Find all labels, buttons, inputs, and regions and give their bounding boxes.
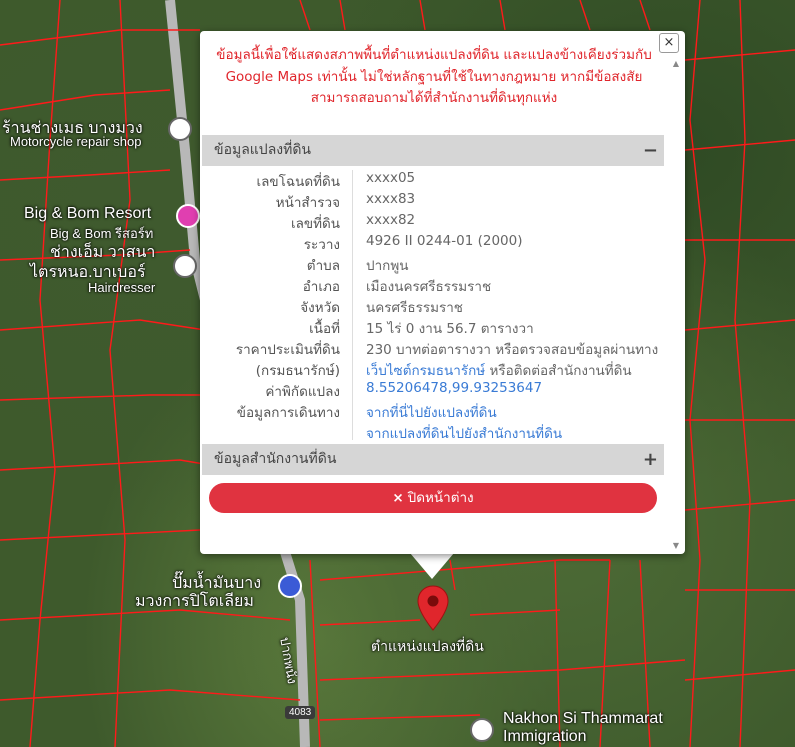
info-value: 4926 II 0244-01 (2000) bbox=[366, 233, 523, 249]
barber-pin-icon[interactable] bbox=[173, 254, 197, 278]
parcel-info-table: เลขโฉนดที่ดิน xxxx05 หน้าสำรวจ xxxx83 เล… bbox=[202, 168, 664, 444]
info-row-treasury-dept: (กรมธนารักษ์) เว็บไซต์กรมธนารักษ์ หรือติ… bbox=[202, 359, 664, 380]
info-row-coordinates: ค่าพิกัดแปลง 8.55206478,99.93253647 bbox=[202, 380, 664, 401]
treasury-website-link[interactable]: เว็บไซต์กรมธนารักษ์ bbox=[366, 363, 485, 379]
info-key: ระวาง bbox=[303, 237, 340, 253]
info-value: 15 ไร่ 0 งาน 56.7 ตารางวา bbox=[366, 321, 534, 337]
info-row-area: เนื้อที่ 15 ไร่ 0 งาน 56.7 ตารางวา bbox=[202, 317, 664, 338]
section-header-parcel-info[interactable]: ข้อมูลแปลงที่ดิน − bbox=[202, 135, 664, 166]
section-header-land-office[interactable]: ข้อมูลสำนักงานที่ดิน + bbox=[202, 444, 664, 475]
info-key: (กรมธนารักษ์) bbox=[255, 363, 340, 379]
info-value: xxxx83 bbox=[366, 191, 416, 207]
immigration-label-2: Immigration bbox=[503, 728, 587, 745]
info-value: xxxx05 bbox=[366, 170, 416, 186]
parcel-location-marker-icon[interactable] bbox=[417, 585, 449, 631]
section-title-land-office: ข้อมูลสำนักงานที่ดิน bbox=[214, 451, 337, 467]
collapse-icon[interactable]: − bbox=[643, 135, 658, 166]
gas-label-th-2: มวงการปิโตเลียม bbox=[135, 593, 254, 610]
info-key: ราคาประเมินที่ดิน bbox=[235, 342, 340, 358]
info-value: xxxx82 bbox=[366, 212, 416, 228]
gas-station-pin-icon[interactable] bbox=[278, 574, 302, 598]
info-row-directions-office: จากแปลงที่ดินไปยังสำนักงานที่ดิน bbox=[202, 422, 664, 443]
scroll-down-icon[interactable]: ▼ bbox=[673, 541, 679, 550]
coordinates-link[interactable]: 8.55206478,99.93253647 bbox=[366, 380, 542, 396]
barber-label-en: Hairdresser bbox=[88, 280, 156, 295]
info-row-land-no: เลขที่ดิน xxxx82 bbox=[202, 212, 664, 233]
info-row-deed-no: เลขโฉนดที่ดิน xxxx05 bbox=[202, 170, 664, 191]
info-row-district: อำเภอ เมืองนครศรีธรรมราช bbox=[202, 275, 664, 296]
immigration-pin-icon[interactable] bbox=[470, 718, 494, 742]
info-row-directions: ข้อมูลการเดินทาง จากที่นี่ไปยังแปลงที่ดิ… bbox=[202, 401, 664, 422]
info-key: ข้อมูลการเดินทาง bbox=[236, 405, 340, 421]
directions-to-parcel-link[interactable]: จากที่นี่ไปยังแปลงที่ดิน bbox=[366, 401, 497, 423]
road-shield-4083: 4083 bbox=[285, 706, 316, 719]
info-key: จังหวัด bbox=[300, 300, 340, 316]
info-value: 230 บาทต่อตารางวา หรือตรวจสอบข้อมูลผ่านท… bbox=[366, 342, 659, 358]
info-key: อำเภอ bbox=[302, 279, 340, 295]
info-key: เนื้อที่ bbox=[309, 321, 340, 337]
moto-shop-label-en: Motorcycle repair shop bbox=[10, 134, 142, 149]
resort-pin-icon[interactable] bbox=[176, 204, 200, 228]
close-window-label: ปิดหน้าต่าง bbox=[407, 490, 474, 506]
info-value: นครศรีธรรมราช bbox=[366, 300, 463, 316]
motorcycle-shop-pin-icon[interactable] bbox=[168, 117, 192, 141]
info-key: หน้าสำรวจ bbox=[275, 195, 340, 211]
parcel-info-popup: × ▲ ▼ ข้อมูลนี้เพื่อใช้แสดงสภาพพื้นที่ตำ… bbox=[200, 31, 685, 554]
info-row-survey-page: หน้าสำรวจ xxxx83 bbox=[202, 191, 664, 212]
section-title-parcel-info: ข้อมูลแปลงที่ดิน bbox=[214, 142, 312, 158]
scroll-up-icon[interactable]: ▲ bbox=[673, 59, 679, 68]
info-row-appraisal-price: ราคาประเมินที่ดิน 230 บาทต่อตารางวา หรือ… bbox=[202, 338, 664, 359]
info-row-subdistrict: ตำบล ปากพูน bbox=[202, 254, 664, 275]
info-row-map-sheet: ระวาง 4926 II 0244-01 (2000) bbox=[202, 233, 664, 254]
marker-label: ตำแหน่งแปลงที่ดิน bbox=[371, 639, 484, 655]
info-row-province: จังหวัด นครศรีธรรมราช bbox=[202, 296, 664, 317]
expand-icon[interactable]: + bbox=[643, 444, 658, 475]
popup-pointer bbox=[410, 553, 454, 579]
resort-label-en: Big & Bom Resort bbox=[24, 205, 152, 222]
close-window-button[interactable]: × ปิดหน้าต่าง bbox=[209, 483, 657, 513]
disclaimer-text: ข้อมูลนี้เพื่อใช้แสดงสภาพพื้นที่ตำแหน่งแ… bbox=[216, 47, 652, 106]
immigration-label-1: Nakhon Si Thammarat bbox=[503, 710, 663, 727]
directions-to-office-link[interactable]: จากแปลงที่ดินไปยังสำนักงานที่ดิน bbox=[366, 422, 562, 444]
info-value-rest: หรือติดต่อสำนักงานที่ดิน bbox=[485, 363, 632, 379]
info-key: ตำบล bbox=[306, 258, 340, 274]
info-key: เลขโฉนดที่ดิน bbox=[256, 174, 340, 190]
close-icon[interactable]: × bbox=[659, 33, 679, 53]
close-x-icon: × bbox=[392, 490, 404, 506]
info-key: เลขที่ดิน bbox=[290, 216, 340, 232]
info-value: ปากพูน bbox=[366, 258, 409, 274]
info-value: เว็บไซต์กรมธนารักษ์ หรือติดต่อสำนักงานที… bbox=[366, 359, 632, 381]
info-value: เมืองนครศรีธรรมราช bbox=[366, 279, 492, 295]
info-key: ค่าพิกัดแปลง bbox=[265, 384, 340, 400]
